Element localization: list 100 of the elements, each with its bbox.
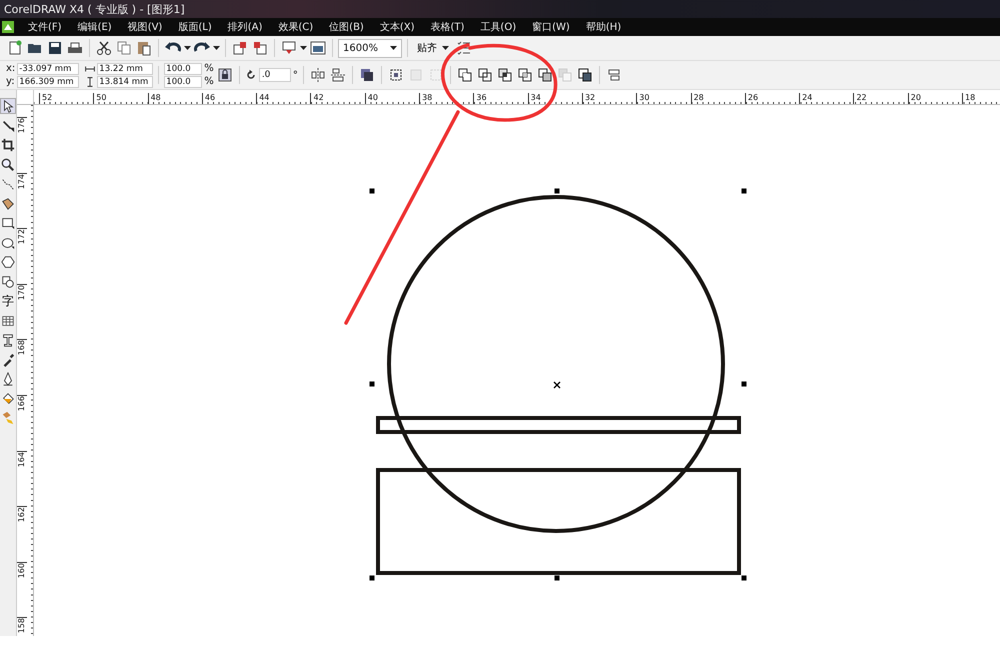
- ruler-label: 160: [17, 562, 26, 580]
- boundary-icon: [576, 67, 593, 83]
- ellipse-icon: [1, 236, 15, 250]
- ruler-label: 40: [368, 93, 378, 102]
- publish-icon: [281, 40, 297, 56]
- caret-icon[interactable]: [300, 46, 307, 50]
- stack-icon: [606, 67, 622, 83]
- menu-item[interactable]: 排列(A): [220, 20, 270, 34]
- x-position-field[interactable]: -33.097 mm: [17, 62, 80, 74]
- dashed-square-icon: [388, 67, 404, 83]
- scale-y-field[interactable]: 100.0: [164, 76, 202, 88]
- mirror-icon: [330, 67, 346, 83]
- ruler-label: 24: [802, 93, 812, 102]
- window-icon: [310, 40, 326, 56]
- window-title: CorelDRAW X4 ( 专业版 ) - [图形1]: [4, 2, 185, 16]
- ruler-label: 32: [584, 93, 596, 102]
- ruler-label: 50: [96, 93, 106, 102]
- polygon-tool[interactable]: [0, 254, 16, 270]
- basic-shapes-tool[interactable]: [0, 274, 16, 290]
- center-mark: [553, 381, 561, 389]
- ruler-label: 44: [259, 93, 270, 102]
- square-icon: [408, 67, 424, 83]
- trim-icon: [476, 67, 493, 83]
- menu-item[interactable]: 帮助(H): [578, 20, 630, 34]
- crop-icon: [1, 138, 15, 152]
- menu-item[interactable]: 工具(O): [472, 20, 524, 34]
- ruler-label: 168: [17, 340, 26, 358]
- snap-button[interactable]: 贴齐: [413, 41, 453, 55]
- percent-label: %: [204, 76, 214, 87]
- menu-item[interactable]: 文本(X): [372, 20, 422, 34]
- ruler-label: 52: [42, 93, 52, 102]
- rotate-icon: [244, 69, 257, 81]
- height-field[interactable]: 13.814 mm: [97, 76, 154, 88]
- ruler-label: 48: [150, 93, 161, 102]
- crop-tool[interactable]: [0, 137, 16, 153]
- ruler-label: 18: [965, 93, 976, 102]
- lock-icon: [216, 67, 233, 83]
- menu-item[interactable]: 位图(B): [321, 20, 372, 34]
- ruler-label: 164: [17, 452, 26, 469]
- export-icon: [252, 40, 268, 56]
- fill-tool[interactable]: [0, 390, 16, 406]
- rotation-field[interactable]: .0: [258, 68, 291, 82]
- rectangle-tool[interactable]: [0, 215, 16, 231]
- overlap-squares-icon: [556, 67, 573, 83]
- x-label: x:: [6, 63, 16, 74]
- zoom-dropdown[interactable]: 1600%: [338, 38, 402, 58]
- y-position-field[interactable]: 166.309 mm: [17, 76, 80, 88]
- zoom-icon: [1, 158, 15, 172]
- text-tool[interactable]: 字: [0, 293, 16, 309]
- ruler-label: 158: [17, 618, 26, 636]
- ruler-label: 22: [856, 93, 867, 102]
- mirror-icon: [310, 67, 326, 83]
- outline-icon: [1, 372, 15, 386]
- import-icon: [232, 40, 248, 56]
- caret-icon[interactable]: [390, 46, 397, 50]
- caret-icon[interactable]: [184, 46, 191, 50]
- pick-icon: [1, 99, 15, 113]
- menu-item[interactable]: 文件(F): [20, 20, 70, 34]
- copy-icon: [116, 40, 132, 56]
- degree-label: °: [292, 70, 298, 80]
- mirror-horizontal-button[interactable]: [308, 65, 327, 85]
- y-label: y:: [6, 76, 16, 87]
- menu-item[interactable]: 表格(T): [422, 20, 472, 34]
- ruler-label: 162: [17, 507, 26, 524]
- weld-icon: [456, 67, 473, 83]
- zoom-tool[interactable]: [0, 156, 16, 172]
- ruler-label: 166: [17, 396, 26, 414]
- smart-fill-icon: [1, 196, 15, 210]
- selection-handles[interactable]: [370, 188, 746, 580]
- rectangle-icon: [1, 216, 15, 230]
- smart-fill-tool[interactable]: [0, 196, 16, 212]
- ruler-label: 170: [17, 284, 26, 302]
- menu-item[interactable]: 视图(V): [120, 20, 170, 34]
- ruler-label: 42: [313, 93, 324, 102]
- curve-icon: [1, 177, 15, 191]
- menu-item[interactable]: 版面(L): [170, 20, 220, 34]
- clipboard-icon: [136, 40, 152, 56]
- interactive-fill-icon: [1, 411, 15, 425]
- ruler-label: 46: [204, 93, 216, 102]
- height-arrow-icon: [85, 76, 96, 86]
- menu-item[interactable]: 效果(C): [270, 20, 322, 34]
- fill-icon: [1, 392, 15, 406]
- new-document-icon: [7, 40, 23, 56]
- dimension-icon: [1, 333, 15, 347]
- menu-item[interactable]: 编辑(E): [70, 20, 120, 34]
- stacked-squares-icon: [358, 67, 375, 83]
- ruler-label: 28: [694, 93, 704, 102]
- ruler-label: 34: [530, 93, 541, 102]
- width-arrow-icon: [85, 64, 96, 74]
- pick-tool[interactable]: [0, 98, 16, 114]
- ruler-label: 26: [748, 93, 758, 102]
- checklist-icon: [456, 40, 472, 56]
- shape-icon: [1, 118, 15, 132]
- caret-icon[interactable]: [442, 46, 449, 50]
- menu-item[interactable]: 窗口(W): [524, 20, 578, 34]
- intersect-icon: [496, 67, 513, 83]
- width-field[interactable]: 13.22 mm: [97, 62, 154, 74]
- scale-x-field[interactable]: 100.0: [164, 62, 202, 74]
- dimension-tool[interactable]: [0, 332, 16, 348]
- caret-icon[interactable]: [213, 46, 220, 50]
